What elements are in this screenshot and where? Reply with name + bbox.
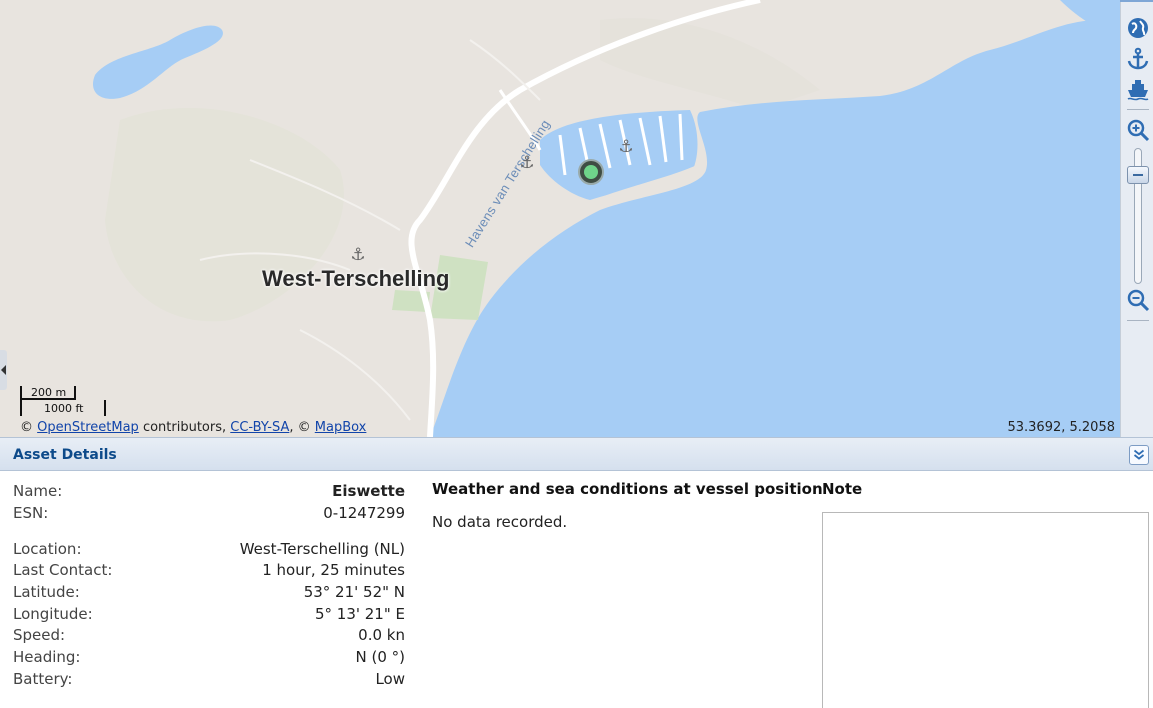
toolbar-divider xyxy=(1127,109,1149,110)
mapbox-link[interactable]: MapBox xyxy=(315,420,367,435)
longitude-label: Longitude: xyxy=(13,605,93,623)
anchor-icon[interactable]: ⚓ xyxy=(348,245,368,265)
anchor-icon[interactable]: ⚓ xyxy=(616,137,636,157)
location-label: Location: xyxy=(13,540,82,558)
scale-bar: 200 m 1000 ft xyxy=(20,386,110,420)
ship-icon[interactable] xyxy=(1126,78,1150,102)
latitude-value: 53° 21' 52" N xyxy=(303,583,405,601)
vessel-marker[interactable] xyxy=(578,159,604,185)
zoom-in-icon[interactable] xyxy=(1126,118,1150,142)
anchor-icon[interactable]: ⚓ xyxy=(517,153,537,173)
cursor-coordinates: 53.3692, 5.2058 xyxy=(1007,420,1115,435)
battery-label: Battery: xyxy=(13,670,73,688)
speed-value: 0.0 kn xyxy=(358,626,405,644)
zoom-out-icon[interactable] xyxy=(1126,288,1150,312)
last-contact-value: 1 hour, 25 minutes xyxy=(262,561,405,579)
note-heading: Note xyxy=(822,480,863,498)
speed-label: Speed: xyxy=(13,626,66,644)
map-attribution: © OpenStreetMap contributors, CC-BY-SA, … xyxy=(20,420,366,435)
double-chevron-down-icon xyxy=(1133,449,1145,460)
last-contact-label: Last Contact: xyxy=(13,561,113,579)
longitude-value: 5° 13' 21" E xyxy=(314,605,405,623)
attribution-separator: , © xyxy=(289,420,311,435)
note-field[interactable] xyxy=(822,512,1149,708)
cc-by-sa-link[interactable]: CC-BY-SA xyxy=(230,420,289,435)
weather-heading: Weather and sea conditions at vessel pos… xyxy=(432,480,823,498)
copyright-symbol: © xyxy=(20,420,33,435)
heading-label: Heading: xyxy=(13,648,81,666)
contributors-text: contributors, xyxy=(142,420,227,435)
side-panel-toggle[interactable] xyxy=(0,350,7,390)
asset-details-header: Asset Details xyxy=(0,437,1153,471)
heading-value: N (0 °) xyxy=(355,648,405,666)
map-toolbar xyxy=(1120,2,1153,437)
scale-metric: 200 m xyxy=(20,386,76,400)
panel-title: Asset Details xyxy=(13,447,117,463)
name-label: Name: xyxy=(13,482,63,500)
esn-label: ESN: xyxy=(13,504,49,522)
collapse-panel-button[interactable] xyxy=(1129,445,1149,465)
weather-status: No data recorded. xyxy=(432,513,568,531)
zoom-slider-handle[interactable] xyxy=(1127,165,1149,184)
map-view[interactable]: West-Terschelling Havens van Terschellin… xyxy=(0,0,1120,437)
openstreetmap-link[interactable]: OpenStreetMap xyxy=(37,420,139,435)
anchor-icon[interactable] xyxy=(1126,47,1150,71)
battery-value: Low xyxy=(375,670,405,688)
map-tiles xyxy=(0,0,1120,437)
location-value: West-Terschelling (NL) xyxy=(239,540,405,558)
name-value: Eiswette xyxy=(332,482,405,500)
globe-icon[interactable] xyxy=(1126,16,1150,40)
asset-details-body: Name: Eiswette ESN: 0-1247299 Location: … xyxy=(0,472,1153,708)
scale-imperial: 1000 ft xyxy=(20,400,106,416)
town-label: West-Terschelling xyxy=(262,266,450,291)
latitude-label: Latitude: xyxy=(13,583,80,601)
toolbar-divider xyxy=(1127,320,1149,321)
esn-value: 0-1247299 xyxy=(323,504,405,522)
